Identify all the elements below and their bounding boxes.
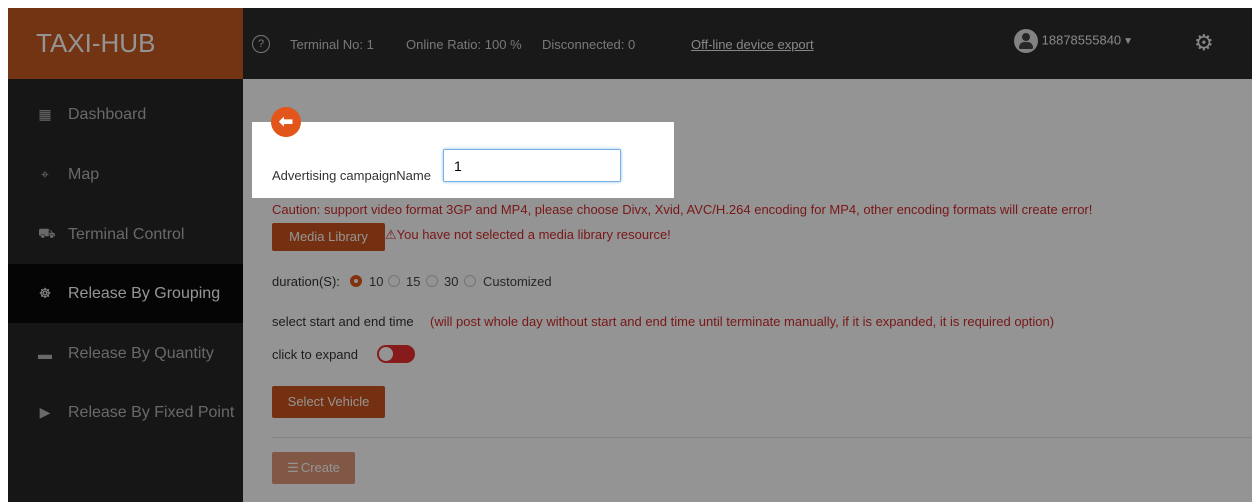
select-vehicle-button[interactable]: Select Vehicle — [272, 386, 385, 418]
play-icon: ▶ — [39, 404, 51, 420]
gear-icon[interactable]: ⚙ — [1194, 30, 1214, 56]
duration-option-label: Customized — [483, 274, 552, 289]
sidebar-item-release-by-fixed-point[interactable]: ▶ Release By Fixed Point — [8, 383, 243, 442]
toggle-knob — [379, 347, 393, 361]
top-header: TAXI-HUB ? Terminal No: 1 Online Ratio: … — [8, 8, 1252, 79]
dashboard-icon: ▦ — [38, 106, 52, 122]
create-button[interactable]: ☰ Create — [272, 452, 355, 484]
grouping-icon: ☸ — [38, 285, 52, 301]
username: 18878555840 — [1041, 32, 1122, 48]
question-circle-icon[interactable]: ? — [252, 35, 270, 53]
keyboard-icon: ▬ — [38, 345, 52, 362]
back-arrow-icon[interactable]: ⬅ — [271, 107, 301, 137]
media-library-button[interactable]: Media Library — [272, 223, 385, 251]
warning-icon: ⚠ — [385, 227, 397, 242]
online-ratio: Online Ratio: 100 % — [406, 37, 522, 52]
caution-text: Caution: support video format 3GP and MP… — [272, 202, 1093, 217]
main-content: ⬅ Advertising campaignName Caution: supp… — [243, 79, 1252, 502]
sidebar-item-label: Release By Fixed Point — [68, 403, 235, 421]
expand-label: click to expand — [272, 347, 358, 362]
offline-export-link[interactable]: Off-line device export — [691, 37, 814, 52]
sidebar-item-label: Terminal Control — [68, 225, 185, 243]
car-icon: ⛟ — [38, 225, 56, 241]
campaign-name-input[interactable] — [443, 149, 621, 182]
expand-toggle[interactable] — [377, 345, 415, 363]
user-menu[interactable]: 18878555840 ▼ — [1014, 29, 1133, 53]
avatar-icon — [1014, 29, 1038, 53]
sidebar-item-label: Release By Quantity — [68, 344, 214, 362]
media-warning: ⚠You have not selected a media library r… — [385, 227, 671, 243]
sidebar-item-release-by-grouping[interactable]: ☸ Release By Grouping — [8, 264, 243, 323]
sidebar-item-label: Dashboard — [68, 105, 147, 123]
time-range-label: select start and end time — [272, 314, 414, 329]
duration-radio-15[interactable] — [388, 275, 400, 287]
sidebar-item-terminal-control[interactable]: ⛟ Terminal Control — [8, 205, 243, 264]
sidebar-item-release-by-quantity[interactable]: ▬ Release By Quantity — [8, 324, 243, 383]
duration-option-label: 15 — [406, 274, 421, 289]
media-warning-text: You have not selected a media library re… — [396, 227, 671, 242]
chevron-down-icon: ▼ — [1123, 36, 1134, 48]
duration-radio-30[interactable] — [426, 275, 438, 287]
terminal-count: Terminal No: 1 — [290, 37, 374, 52]
brand-logo[interactable]: TAXI-HUB — [8, 8, 243, 79]
duration-option-label: 30 — [444, 274, 459, 289]
map-icon: ⌖ — [41, 166, 49, 182]
create-button-label: Create — [300, 460, 340, 475]
time-range-note: (will post whole day without start and e… — [430, 314, 1055, 329]
duration-radio-10[interactable] — [350, 275, 362, 287]
sidebar-item-label: Release By Grouping — [68, 284, 221, 302]
duration-option-label: 10 — [369, 274, 384, 289]
divider — [272, 437, 1252, 438]
sidebar-item-map[interactable]: ⌖ Map — [8, 145, 243, 204]
sidebar: ▦ Dashboard ⌖ Map ⛟ Terminal Control ☸ R… — [8, 79, 243, 502]
app-window: TAXI-HUB ? Terminal No: 1 Online Ratio: … — [8, 8, 1252, 502]
disconnected-count: Disconnected: 0 — [542, 37, 636, 52]
campaign-name-label: Advertising campaignName — [272, 168, 431, 183]
sidebar-item-dashboard[interactable]: ▦ Dashboard — [8, 85, 243, 144]
sidebar-item-label: Map — [68, 165, 100, 183]
duration-radio-customized[interactable] — [464, 275, 476, 287]
duration-label: duration(S): — [272, 274, 340, 289]
list-icon: ☰ — [287, 460, 299, 475]
